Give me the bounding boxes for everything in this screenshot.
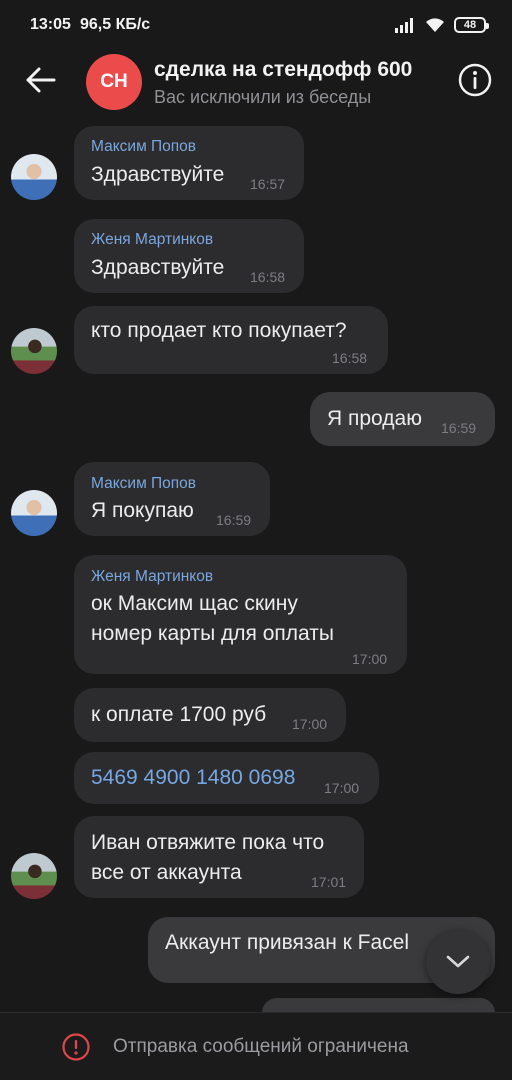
warning-icon bbox=[62, 1033, 90, 1061]
status-icons: 48 bbox=[394, 14, 489, 36]
message-sender[interactable]: Максим Попов bbox=[91, 138, 196, 156]
message-time: 17:00 bbox=[324, 780, 360, 796]
info-icon[interactable] bbox=[457, 62, 493, 98]
restriction-text: Отправка сообщений ограничена bbox=[113, 1036, 409, 1057]
wifi-icon bbox=[426, 18, 444, 32]
sender-avatar[interactable] bbox=[11, 853, 57, 899]
message-time: 17:01 bbox=[311, 874, 347, 890]
chat-avatar[interactable]: СН bbox=[86, 54, 142, 110]
message-bubble[interactable]: Максим Попов Здравствуйте 16:57 bbox=[74, 126, 304, 200]
signal-icon bbox=[395, 18, 413, 33]
sender-avatar[interactable] bbox=[11, 490, 57, 536]
message-bubble[interactable]: 5469 4900 1480 0698 17:00 bbox=[74, 752, 379, 804]
message-bubble-outgoing[interactable]: Я продаю 16:59 bbox=[310, 392, 495, 446]
status-net-speed: 96,5 КБ/с bbox=[80, 16, 151, 33]
message-text: ок Максим щас скину bbox=[91, 592, 298, 615]
message-time: 16:59 bbox=[216, 512, 252, 528]
message-bubble[interactable]: кто продает кто покупает? 16:58 bbox=[74, 306, 388, 374]
message-time: 16:59 bbox=[441, 420, 477, 436]
scroll-down-button[interactable] bbox=[426, 930, 490, 994]
message-bubble[interactable]: Женя Мартинков ок Максим щас скину номер… bbox=[74, 555, 407, 674]
message-text: Я продаю bbox=[327, 407, 422, 430]
scroll-down-icon bbox=[446, 955, 470, 968]
message-sender[interactable]: Женя Мартинков bbox=[91, 568, 213, 586]
message-bubble[interactable]: Женя Мартинков Здравствуйте 16:58 bbox=[74, 219, 304, 293]
back-arrow-icon[interactable] bbox=[20, 62, 60, 98]
battery-level: 48 bbox=[463, 19, 477, 31]
message-sender[interactable]: Максим Попов bbox=[91, 475, 196, 493]
status-time: 13:05 bbox=[30, 16, 71, 33]
message-bubble[interactable]: Иван отвяжите пока что все от аккаунта 1… bbox=[74, 816, 364, 898]
message-text: Я покупаю bbox=[91, 499, 194, 522]
message-time: 16:58 bbox=[250, 269, 286, 285]
message-text: Аккаунт привязан к Facel bbox=[165, 931, 410, 954]
message-bubble[interactable]: к оплате 1700 руб 17:00 bbox=[74, 688, 346, 742]
message-text: Здравствуйте bbox=[91, 163, 225, 186]
message-bubble[interactable]: Максим Попов Я покупаю 16:59 bbox=[74, 462, 270, 536]
status-bar: 13:05 96,5 КБ/с 48 bbox=[0, 0, 512, 50]
message-time: 16:58 bbox=[332, 350, 368, 366]
sender-avatar[interactable] bbox=[11, 328, 57, 374]
message-restriction-bar: Отправка сообщений ограничена bbox=[0, 1012, 512, 1080]
message-text: все от аккаунта bbox=[91, 861, 242, 884]
message-time: 17:00 bbox=[352, 651, 388, 667]
card-number-link[interactable]: 5469 4900 1480 0698 bbox=[91, 763, 295, 793]
message-sender[interactable]: Женя Мартинков bbox=[91, 231, 213, 249]
chat-screen: 13:05 96,5 КБ/с 48 СН сделка на стендофф… bbox=[0, 0, 512, 1080]
chat-header: СН сделка на стендофф 600 Вас исключили … bbox=[0, 50, 512, 114]
message-time: 16:57 bbox=[250, 176, 286, 192]
message-text: кто продает кто покупает? bbox=[91, 319, 347, 342]
message-text: Иван отвяжите пока что bbox=[91, 831, 325, 854]
message-text: номер карты для оплаты bbox=[91, 622, 334, 645]
message-text: Здравствуйте bbox=[91, 256, 225, 279]
sender-avatar[interactable] bbox=[11, 154, 57, 200]
battery-icon: 48 bbox=[454, 17, 489, 33]
message-time: 17:00 bbox=[292, 716, 328, 732]
message-text: к оплате 1700 руб bbox=[91, 703, 267, 726]
chat-title[interactable]: сделка на стендофф 600 bbox=[154, 58, 412, 82]
chat-subtitle: Вас исключили из беседы bbox=[154, 87, 372, 107]
